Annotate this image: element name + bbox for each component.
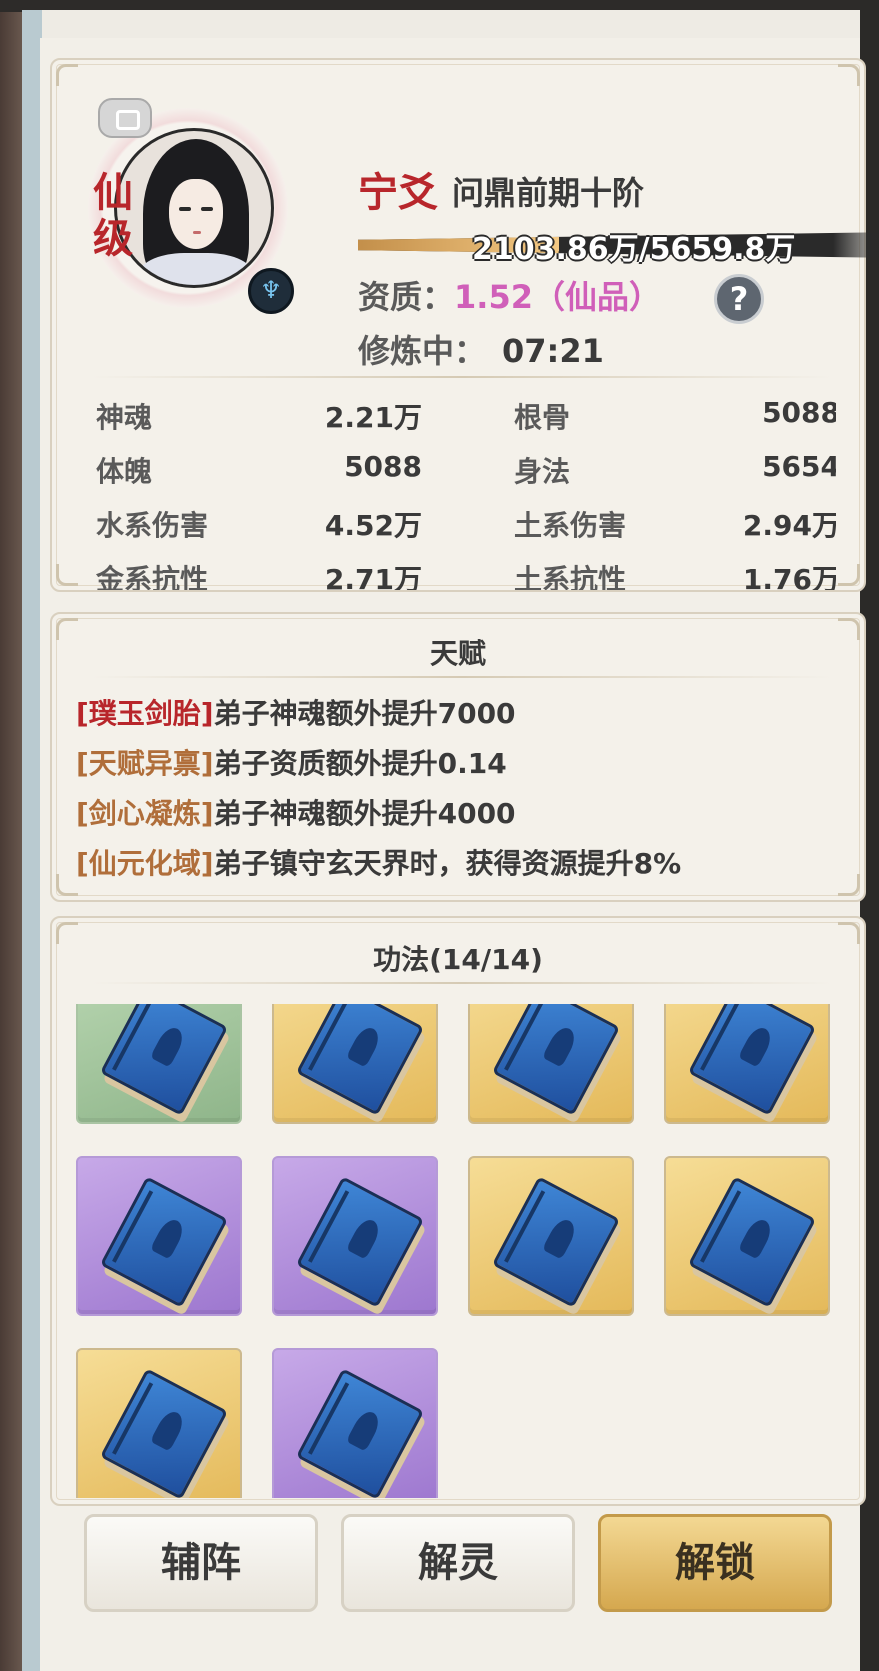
talent-text: 弟子神魂额外提升4000 (213, 797, 516, 830)
talent-text: 弟子镇守玄天界时，获得资源提升8% (213, 847, 682, 880)
stat-name: 身法 (514, 455, 571, 488)
corner-ornament (838, 64, 860, 86)
rank-seal-icon (98, 98, 152, 138)
rank-label: 仙级 (93, 169, 133, 262)
talent-tag: [剑心凝炼] (76, 797, 214, 830)
xp-text: 2103.86万/5659.8万 (472, 232, 796, 267)
help-icon[interactable]: ? (714, 274, 764, 324)
training-row: 修炼中： 07:21 (358, 326, 604, 372)
avatar-robe (137, 253, 255, 285)
skill-book-slot[interactable] (272, 1156, 438, 1316)
skill-book-icon (687, 1004, 817, 1116)
stat-row: 神魂 2.21万 (96, 390, 422, 442)
unlock-button[interactable]: 解锁 (598, 1514, 832, 1612)
aptitude-label: 资质： (358, 278, 455, 316)
talent-text: 弟子神魂额外提升7000 (213, 697, 516, 730)
character-name: 宁爻 (358, 169, 438, 216)
skills-card: 功法(14/14) (50, 916, 866, 1506)
talent-tag: [璞玉剑胎] (76, 697, 214, 730)
skill-book-icon (295, 1176, 425, 1308)
training-time: 07:21 (502, 332, 604, 370)
avatar-mouth (193, 231, 201, 234)
skill-book-icon (687, 1176, 817, 1308)
stat-name: 土系伤害 (514, 509, 627, 542)
stat-value: 2.71万 (324, 563, 422, 590)
talent-tag: [仙元化域] (76, 847, 214, 880)
corner-ornament (56, 64, 78, 86)
talent-line: [剑心凝炼]弟子神魂额外提升4000 (76, 792, 516, 832)
stat-name: 水系伤害 (96, 509, 209, 542)
skill-book-icon (295, 1004, 425, 1116)
skill-book-slot[interactable] (468, 1004, 634, 1124)
corner-ornament (56, 564, 78, 586)
skill-book-icon (491, 1176, 621, 1308)
stat-value: 2.94万 (742, 509, 836, 542)
stat-row: 金系抗性 2.71万 (96, 552, 422, 590)
stat-row: 土系抗性 1.76万 (514, 552, 836, 590)
avatar-face (169, 179, 223, 249)
skill-book-icon (99, 1176, 229, 1308)
skill-book-slot[interactable] (468, 1156, 634, 1316)
talent-text: 弟子资质额外提升0.14 (213, 747, 507, 780)
corner-ornament (838, 564, 860, 586)
profile-card: 仙级 ♆ 宁爻 问鼎前期十阶 2103.86万/5659.8万 资质：1.52（… (50, 58, 879, 592)
release-spirit-button[interactable]: 解灵 (341, 1514, 575, 1612)
corner-ornament (56, 874, 78, 896)
skill-book-slot[interactable] (76, 1156, 242, 1316)
talent-title: 天赋 (429, 637, 486, 670)
skill-book-icon (99, 1368, 229, 1498)
skill-book-icon (295, 1368, 425, 1498)
talent-line: [仙元化域]弟子镇守玄天界时，获得资源提升8% (76, 842, 681, 882)
stat-value: 4.52万 (324, 509, 422, 542)
stat-row: 土系伤害 2.94万 (514, 498, 836, 550)
training-label: 修炼中： (358, 332, 487, 370)
skill-book-slot[interactable] (664, 1156, 830, 1316)
water-gem-icon[interactable]: ♆ (248, 268, 294, 314)
aptitude-row: 资质：1.52（仙品） (358, 272, 661, 318)
talent-line: [璞玉剑胎]弟子神魂额外提升7000 (76, 692, 516, 732)
stat-name: 根骨 (514, 401, 571, 434)
character-realm: 问鼎前期十阶 (452, 174, 645, 212)
talent-card: 天赋 [璞玉剑胎]弟子神魂额外提升7000 [天赋异禀]弟子资质额外提升0.14… (50, 612, 866, 902)
skills-title: 功法(14/14) (373, 943, 543, 976)
avatar-eye (201, 207, 213, 211)
stat-row: 水系伤害 4.52万 (96, 498, 422, 550)
skill-book-slot[interactable] (272, 1004, 438, 1124)
skill-book-slot[interactable] (272, 1348, 438, 1498)
stat-value: 2.21万 (324, 401, 422, 434)
stat-name: 金系抗性 (96, 563, 209, 590)
corner-ornament (838, 874, 860, 896)
divider (92, 676, 832, 678)
stat-value: 5088 (762, 396, 836, 429)
skill-book-slot[interactable] (664, 1004, 830, 1124)
formation-button[interactable]: 辅阵 (84, 1514, 318, 1612)
avatar-area[interactable]: 仙级 ♆ (78, 98, 308, 328)
skill-book-icon (491, 1004, 621, 1116)
stat-value: 1.76万 (742, 563, 836, 590)
stats-list[interactable]: 神魂 2.21万 根骨 5088 体魄 5088 身法 5654 水系伤害 4.52万 土系伤害 2.… (96, 390, 836, 590)
skill-book-slot[interactable] (76, 1004, 242, 1124)
stat-name: 体魄 (96, 455, 153, 488)
skills-grid[interactable] (76, 1004, 846, 1498)
skill-book-icon (99, 1004, 229, 1116)
stat-name: 神魂 (96, 401, 153, 434)
divider (92, 982, 832, 984)
stat-name: 土系抗性 (514, 563, 627, 590)
stat-row: 根骨 5088 (514, 390, 836, 442)
stat-row: 体魄 5088 (96, 444, 422, 496)
aptitude-value: 1.52（仙品） (454, 278, 661, 316)
skill-book-slot[interactable] (76, 1348, 242, 1498)
avatar-eye (179, 207, 191, 211)
stat-value: 5088 (344, 450, 422, 483)
stat-row: 身法 5654 (514, 444, 836, 496)
divider (92, 376, 832, 378)
avatar (114, 128, 274, 288)
talent-line: [天赋异禀]弟子资质额外提升0.14 (76, 742, 507, 782)
stat-value: 5654 (762, 450, 836, 483)
talent-tag: [天赋异禀] (76, 747, 214, 780)
